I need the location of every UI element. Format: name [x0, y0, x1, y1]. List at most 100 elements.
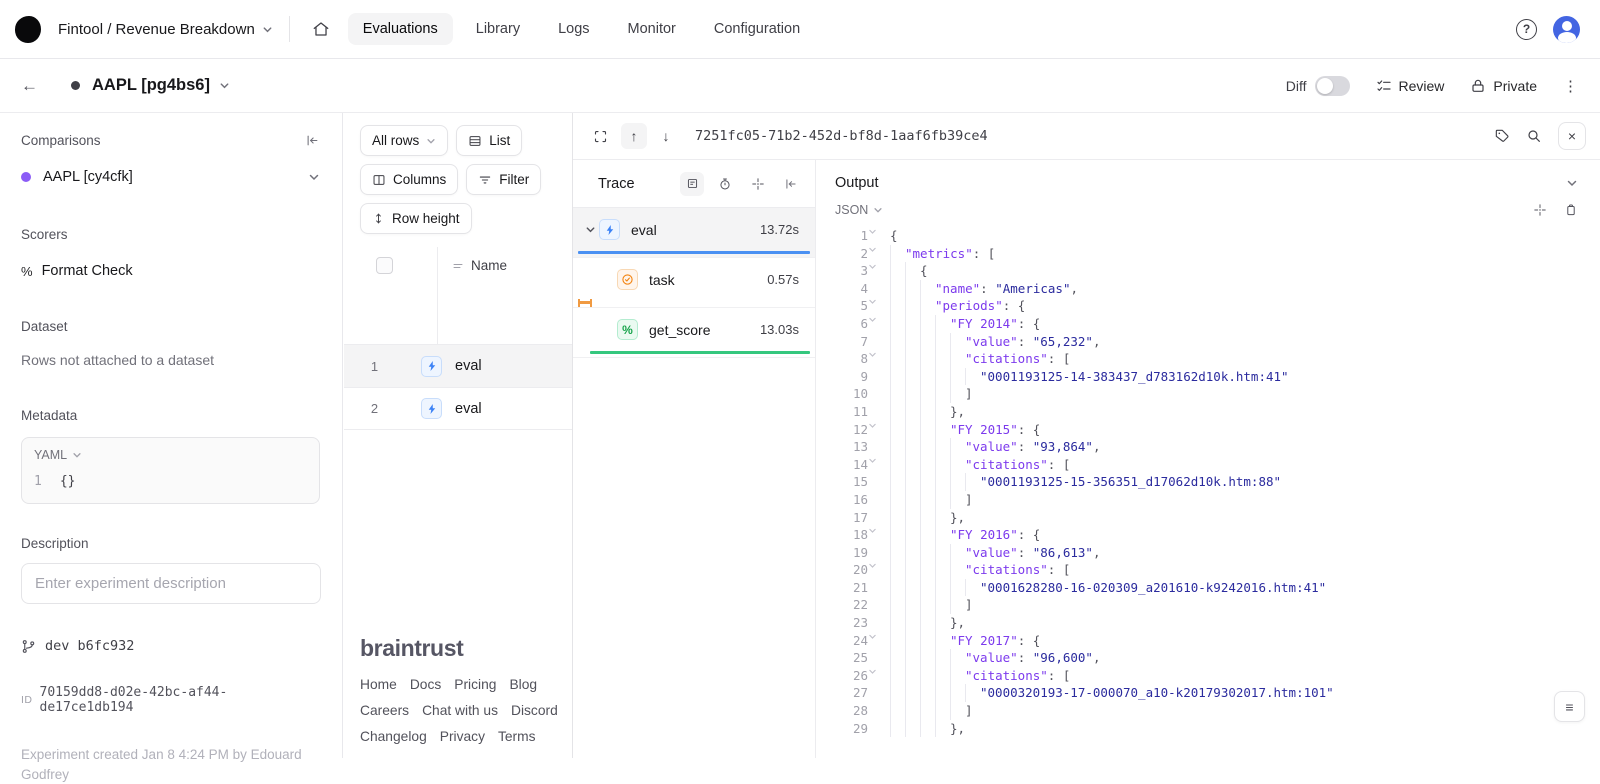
fold-chevron-icon[interactable] — [868, 526, 877, 535]
code-line: 11}, — [816, 403, 1600, 421]
span-chevron[interactable] — [581, 224, 599, 235]
expand-json-icon[interactable] — [1533, 203, 1547, 217]
footer-link-pricing[interactable]: Pricing — [454, 677, 496, 692]
row-height-button[interactable]: Row height — [360, 203, 472, 234]
expand-panel-icon[interactable] — [587, 123, 613, 149]
prev-row-button[interactable]: ↑ — [621, 123, 647, 149]
row-actions-button[interactable]: ≡ — [1554, 691, 1585, 722]
collapse-panel-icon[interactable] — [305, 133, 320, 148]
fold-toggle[interactable] — [868, 262, 890, 280]
fold-toggle[interactable] — [868, 561, 890, 579]
experiment-dot-icon — [71, 81, 80, 90]
help-icon[interactable]: ? — [1516, 19, 1537, 40]
avatar[interactable] — [1553, 16, 1580, 43]
table-row[interactable]: 2eval — [344, 387, 572, 430]
indent-guide — [920, 297, 935, 315]
name-column-header[interactable]: Name — [452, 258, 507, 273]
fold-chevron-icon[interactable] — [868, 350, 877, 359]
filter-button[interactable]: Filter — [466, 164, 541, 195]
description-input[interactable] — [21, 563, 321, 604]
trace-span-get_score[interactable]: %get_score13.03s — [573, 308, 815, 358]
indent-guide — [920, 614, 935, 632]
fold-toggle[interactable] — [868, 456, 890, 474]
code-line: 8"citations": [ — [816, 350, 1600, 368]
fold-chevron-icon[interactable] — [868, 227, 877, 236]
tab-configuration[interactable]: Configuration — [699, 13, 815, 45]
fold-toggle[interactable] — [868, 421, 890, 439]
fold-chevron-icon[interactable] — [868, 262, 877, 271]
fold-toggle[interactable] — [868, 245, 890, 263]
view-list-button[interactable]: List — [456, 125, 522, 156]
tab-monitor[interactable]: Monitor — [613, 13, 691, 45]
format-dropdown[interactable]: JSON — [835, 203, 883, 217]
collapse-trace-icon[interactable] — [779, 172, 803, 196]
rows-filter-dropdown[interactable]: All rows — [360, 125, 448, 156]
trace-span-task[interactable]: task0.57s — [573, 258, 815, 308]
line-content: "periods": { — [890, 297, 1025, 315]
trace-span-eval[interactable]: eval13.72s — [573, 208, 815, 258]
next-row-button[interactable]: ↓ — [653, 123, 679, 149]
json-viewer[interactable]: 1{2"metrics": [3{4"name": "Americas",5"p… — [816, 227, 1600, 753]
close-panel-button[interactable]: × — [1558, 122, 1586, 150]
footer-link-privacy[interactable]: Privacy — [440, 729, 485, 744]
footer-link-blog[interactable]: Blog — [509, 677, 537, 692]
review-button[interactable]: Review — [1376, 78, 1445, 94]
footer-link-discord[interactable]: Discord — [511, 703, 558, 718]
lock-icon — [1470, 78, 1486, 94]
fold-toggle[interactable] — [868, 632, 890, 650]
tag-icon[interactable] — [1494, 128, 1510, 144]
footer-link-home[interactable]: Home — [360, 677, 397, 692]
experiment-title-dropdown[interactable]: AAPL [pg4bs6] — [92, 76, 230, 95]
fold-toggle — [868, 280, 890, 298]
metadata-editor[interactable]: YAML 1 {} — [21, 437, 320, 504]
fold-toggle[interactable] — [868, 526, 890, 544]
footer-link-changelog[interactable]: Changelog — [360, 729, 427, 744]
metadata-format-dropdown[interactable]: YAML — [34, 448, 307, 462]
collapse-output-icon[interactable] — [1566, 177, 1578, 189]
home-icon[interactable] — [304, 12, 338, 46]
indent-guide — [935, 509, 950, 527]
search-icon[interactable] — [1526, 128, 1542, 144]
comparison-item[interactable]: AAPL [cy4cfk] — [21, 169, 320, 185]
fold-toggle[interactable] — [868, 667, 890, 685]
fold-chevron-icon[interactable] — [868, 297, 877, 306]
fold-toggle[interactable] — [868, 227, 890, 245]
toggle-knob — [1317, 78, 1333, 94]
fold-chevron-icon[interactable] — [868, 456, 877, 465]
fold-toggle[interactable] — [868, 297, 890, 315]
braintrust-logo-icon[interactable] — [15, 16, 41, 43]
footer-link-terms[interactable]: Terms — [498, 729, 536, 744]
footer-link-docs[interactable]: Docs — [410, 677, 441, 692]
code-line: 10] — [816, 385, 1600, 403]
scorer-item[interactable]: % Format Check — [21, 263, 320, 279]
fold-chevron-icon[interactable] — [868, 561, 877, 570]
footer-link-row: Changelog Privacy Terms — [360, 729, 558, 744]
footer-link-careers[interactable]: Careers — [360, 703, 409, 718]
fold-chevron-icon[interactable] — [868, 245, 877, 254]
fold-chevron-icon[interactable] — [868, 667, 877, 676]
table-row[interactable]: 1eval — [344, 344, 572, 387]
tab-logs[interactable]: Logs — [543, 13, 604, 45]
fold-chevron-icon[interactable] — [868, 315, 877, 324]
private-button[interactable]: Private — [1470, 78, 1537, 94]
timing-view-icon[interactable] — [713, 172, 737, 196]
tab-library[interactable]: Library — [461, 13, 535, 45]
tab-evaluations[interactable]: Evaluations — [348, 13, 453, 45]
select-all-checkbox[interactable] — [376, 257, 393, 274]
fold-chevron-icon[interactable] — [868, 421, 877, 430]
indent-guide — [905, 297, 920, 315]
copy-icon[interactable] — [1564, 203, 1578, 217]
more-menu-icon[interactable]: ⋮ — [1563, 77, 1578, 95]
project-breadcrumb[interactable]: Fintool / Revenue Breakdown — [58, 21, 273, 38]
focus-span-icon[interactable] — [746, 172, 770, 196]
fold-toggle[interactable] — [868, 315, 890, 333]
diff-toggle[interactable] — [1315, 76, 1350, 96]
footer-link-chat-with-us[interactable]: Chat with us — [422, 703, 498, 718]
notes-view-icon[interactable] — [680, 172, 704, 196]
indent-guide — [965, 684, 980, 702]
braintrust-wordmark: braintrust — [360, 635, 558, 662]
back-button[interactable]: ← — [21, 76, 38, 96]
fold-chevron-icon[interactable] — [868, 632, 877, 641]
fold-toggle[interactable] — [868, 350, 890, 368]
columns-button[interactable]: Columns — [360, 164, 458, 195]
